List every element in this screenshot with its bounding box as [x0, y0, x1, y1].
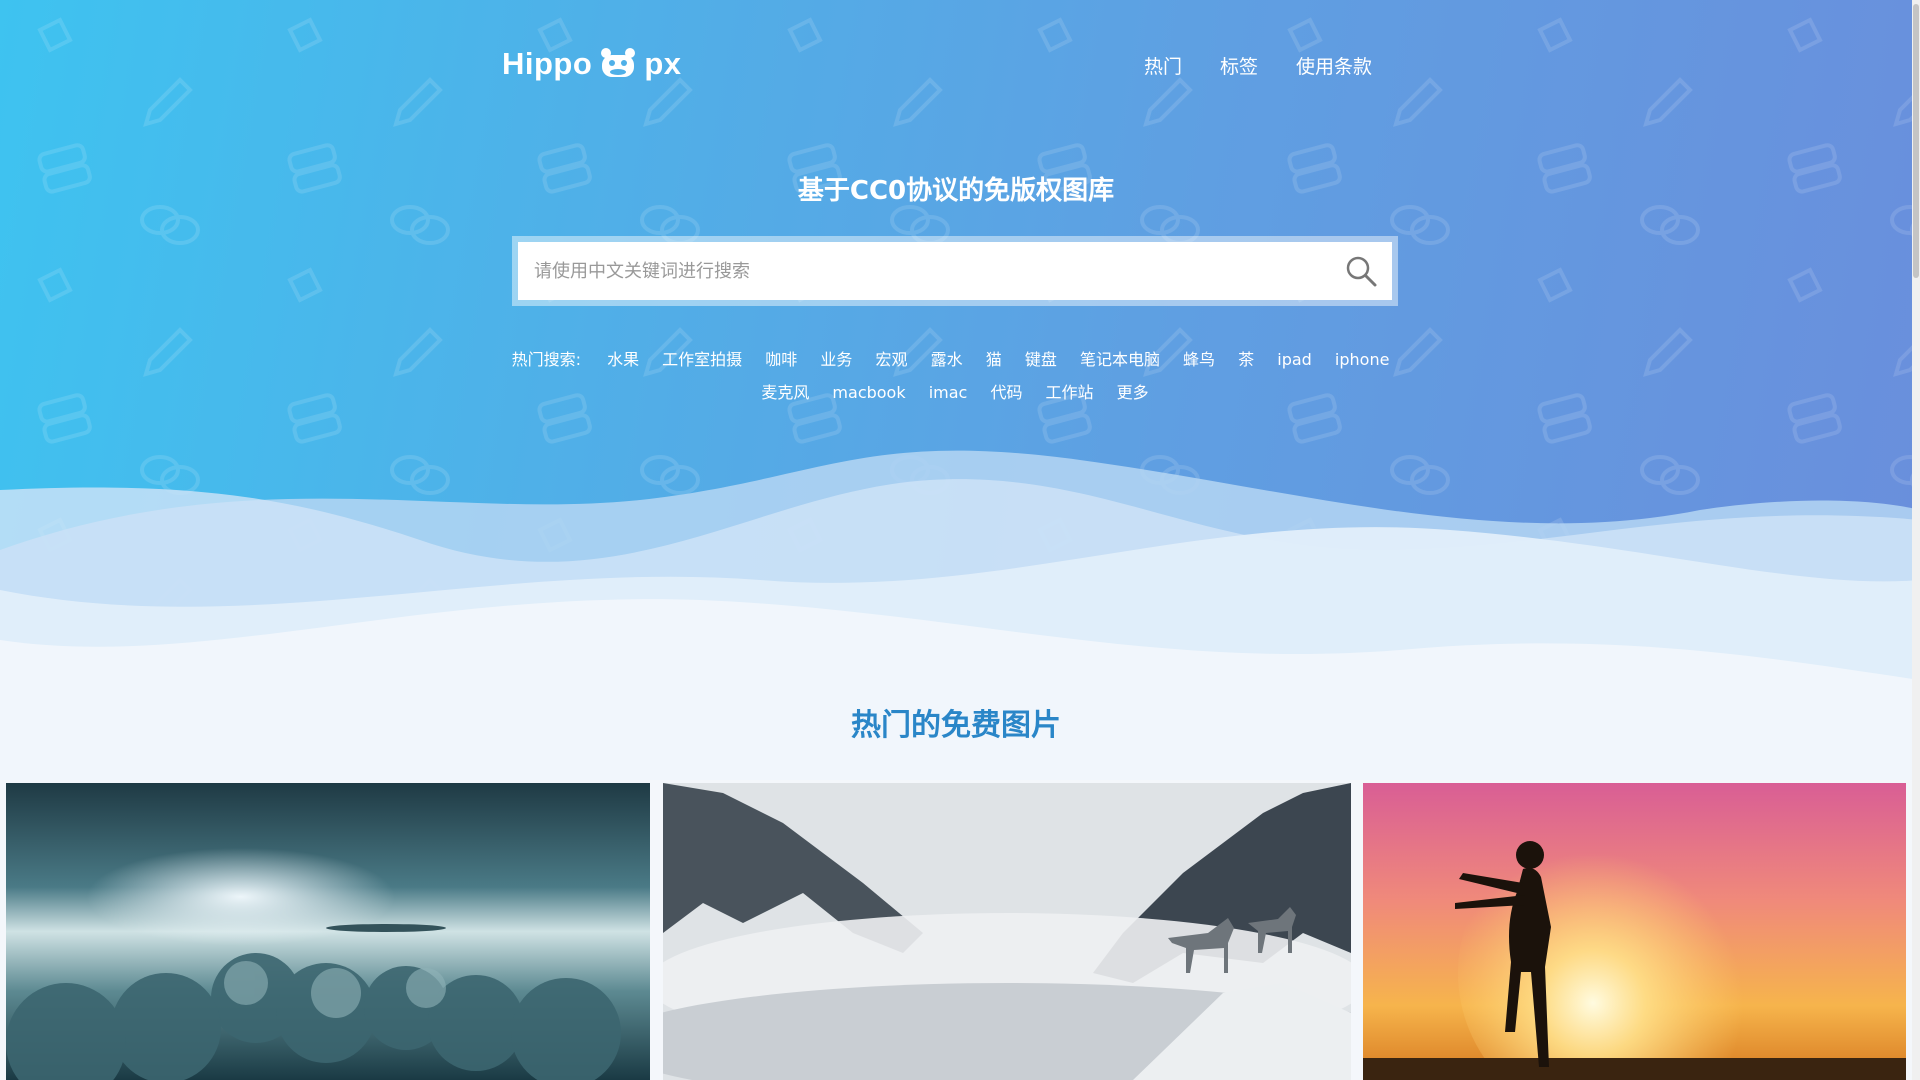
scrollbar-thumb[interactable] [1913, 4, 1919, 278]
hot-tag-studio[interactable]: 工作室拍摄 [662, 350, 742, 369]
hot-searches: 热门搜索: 水果 工作室拍摄 咖啡 业务 宏观 露水 猫 键盘 笔记本电脑 蜂鸟… [490, 343, 1420, 409]
search-input[interactable] [518, 242, 1392, 300]
search-box [518, 242, 1392, 300]
photo-card-clouds[interactable] [6, 783, 650, 1080]
photo-card-sunset[interactable] [1363, 783, 1906, 1080]
hot-tag-ipad[interactable]: ipad [1277, 350, 1312, 369]
top-nav: 热门 标签 使用条款 [1144, 52, 1372, 79]
search-icon[interactable] [1344, 254, 1378, 288]
nav-terms[interactable]: 使用条款 [1296, 52, 1372, 79]
nav-popular[interactable]: 热门 [1144, 52, 1182, 79]
photo-gallery [6, 783, 1906, 1080]
photo-card-wolves[interactable] [663, 783, 1351, 1080]
hippo-logo-icon [601, 48, 636, 77]
hot-tag-macro[interactable]: 宏观 [876, 350, 908, 369]
photo-clouds-image [6, 783, 650, 1080]
hot-tag-cat[interactable]: 猫 [986, 350, 1002, 369]
hot-tag-fruit[interactable]: 水果 [607, 350, 639, 369]
hot-tag-dew[interactable]: 露水 [931, 350, 963, 369]
hot-tag-microphone[interactable]: 麦克风 [761, 383, 809, 402]
photo-wolves-image [663, 783, 1351, 1080]
photo-sunset-image [1363, 783, 1906, 1080]
hot-tag-tea[interactable]: 茶 [1238, 350, 1254, 369]
hot-tag-hummingbird[interactable]: 蜂鸟 [1183, 350, 1215, 369]
hot-tag-workstation[interactable]: 工作站 [1046, 383, 1094, 402]
logo-text-hippo: Hippo [502, 46, 593, 81]
hot-tag-macbook[interactable]: macbook [832, 383, 905, 402]
hero-tagline: 基于CC0协议的免版权图库 [797, 176, 1115, 206]
page-scrollbar[interactable] [1912, 0, 1920, 1080]
section-title-popular: 热门的免费图片 [851, 708, 1061, 743]
site-logo[interactable]: Hippo px [502, 46, 682, 82]
hot-tag-iphone[interactable]: iphone [1335, 350, 1390, 369]
hot-tag-imac[interactable]: imac [929, 383, 968, 402]
hot-tag-more[interactable]: 更多 [1117, 383, 1149, 402]
hot-tag-keyboard[interactable]: 键盘 [1025, 350, 1057, 369]
hot-tag-business[interactable]: 业务 [820, 350, 852, 369]
hero-banner: Hippo px 热门 标签 使用条款 基于CC0协议的免版权图库 请使用中文关… [0, 0, 1920, 780]
hot-tag-coffee[interactable]: 咖啡 [765, 350, 797, 369]
nav-tags[interactable]: 标签 [1220, 52, 1258, 79]
hot-searches-label: 热门搜索: [511, 350, 581, 369]
search-bar [512, 236, 1398, 306]
logo-text-px: px [644, 46, 682, 81]
hot-tag-laptop[interactable]: 笔记本电脑 [1080, 350, 1160, 369]
hot-tag-code[interactable]: 代码 [990, 383, 1022, 402]
